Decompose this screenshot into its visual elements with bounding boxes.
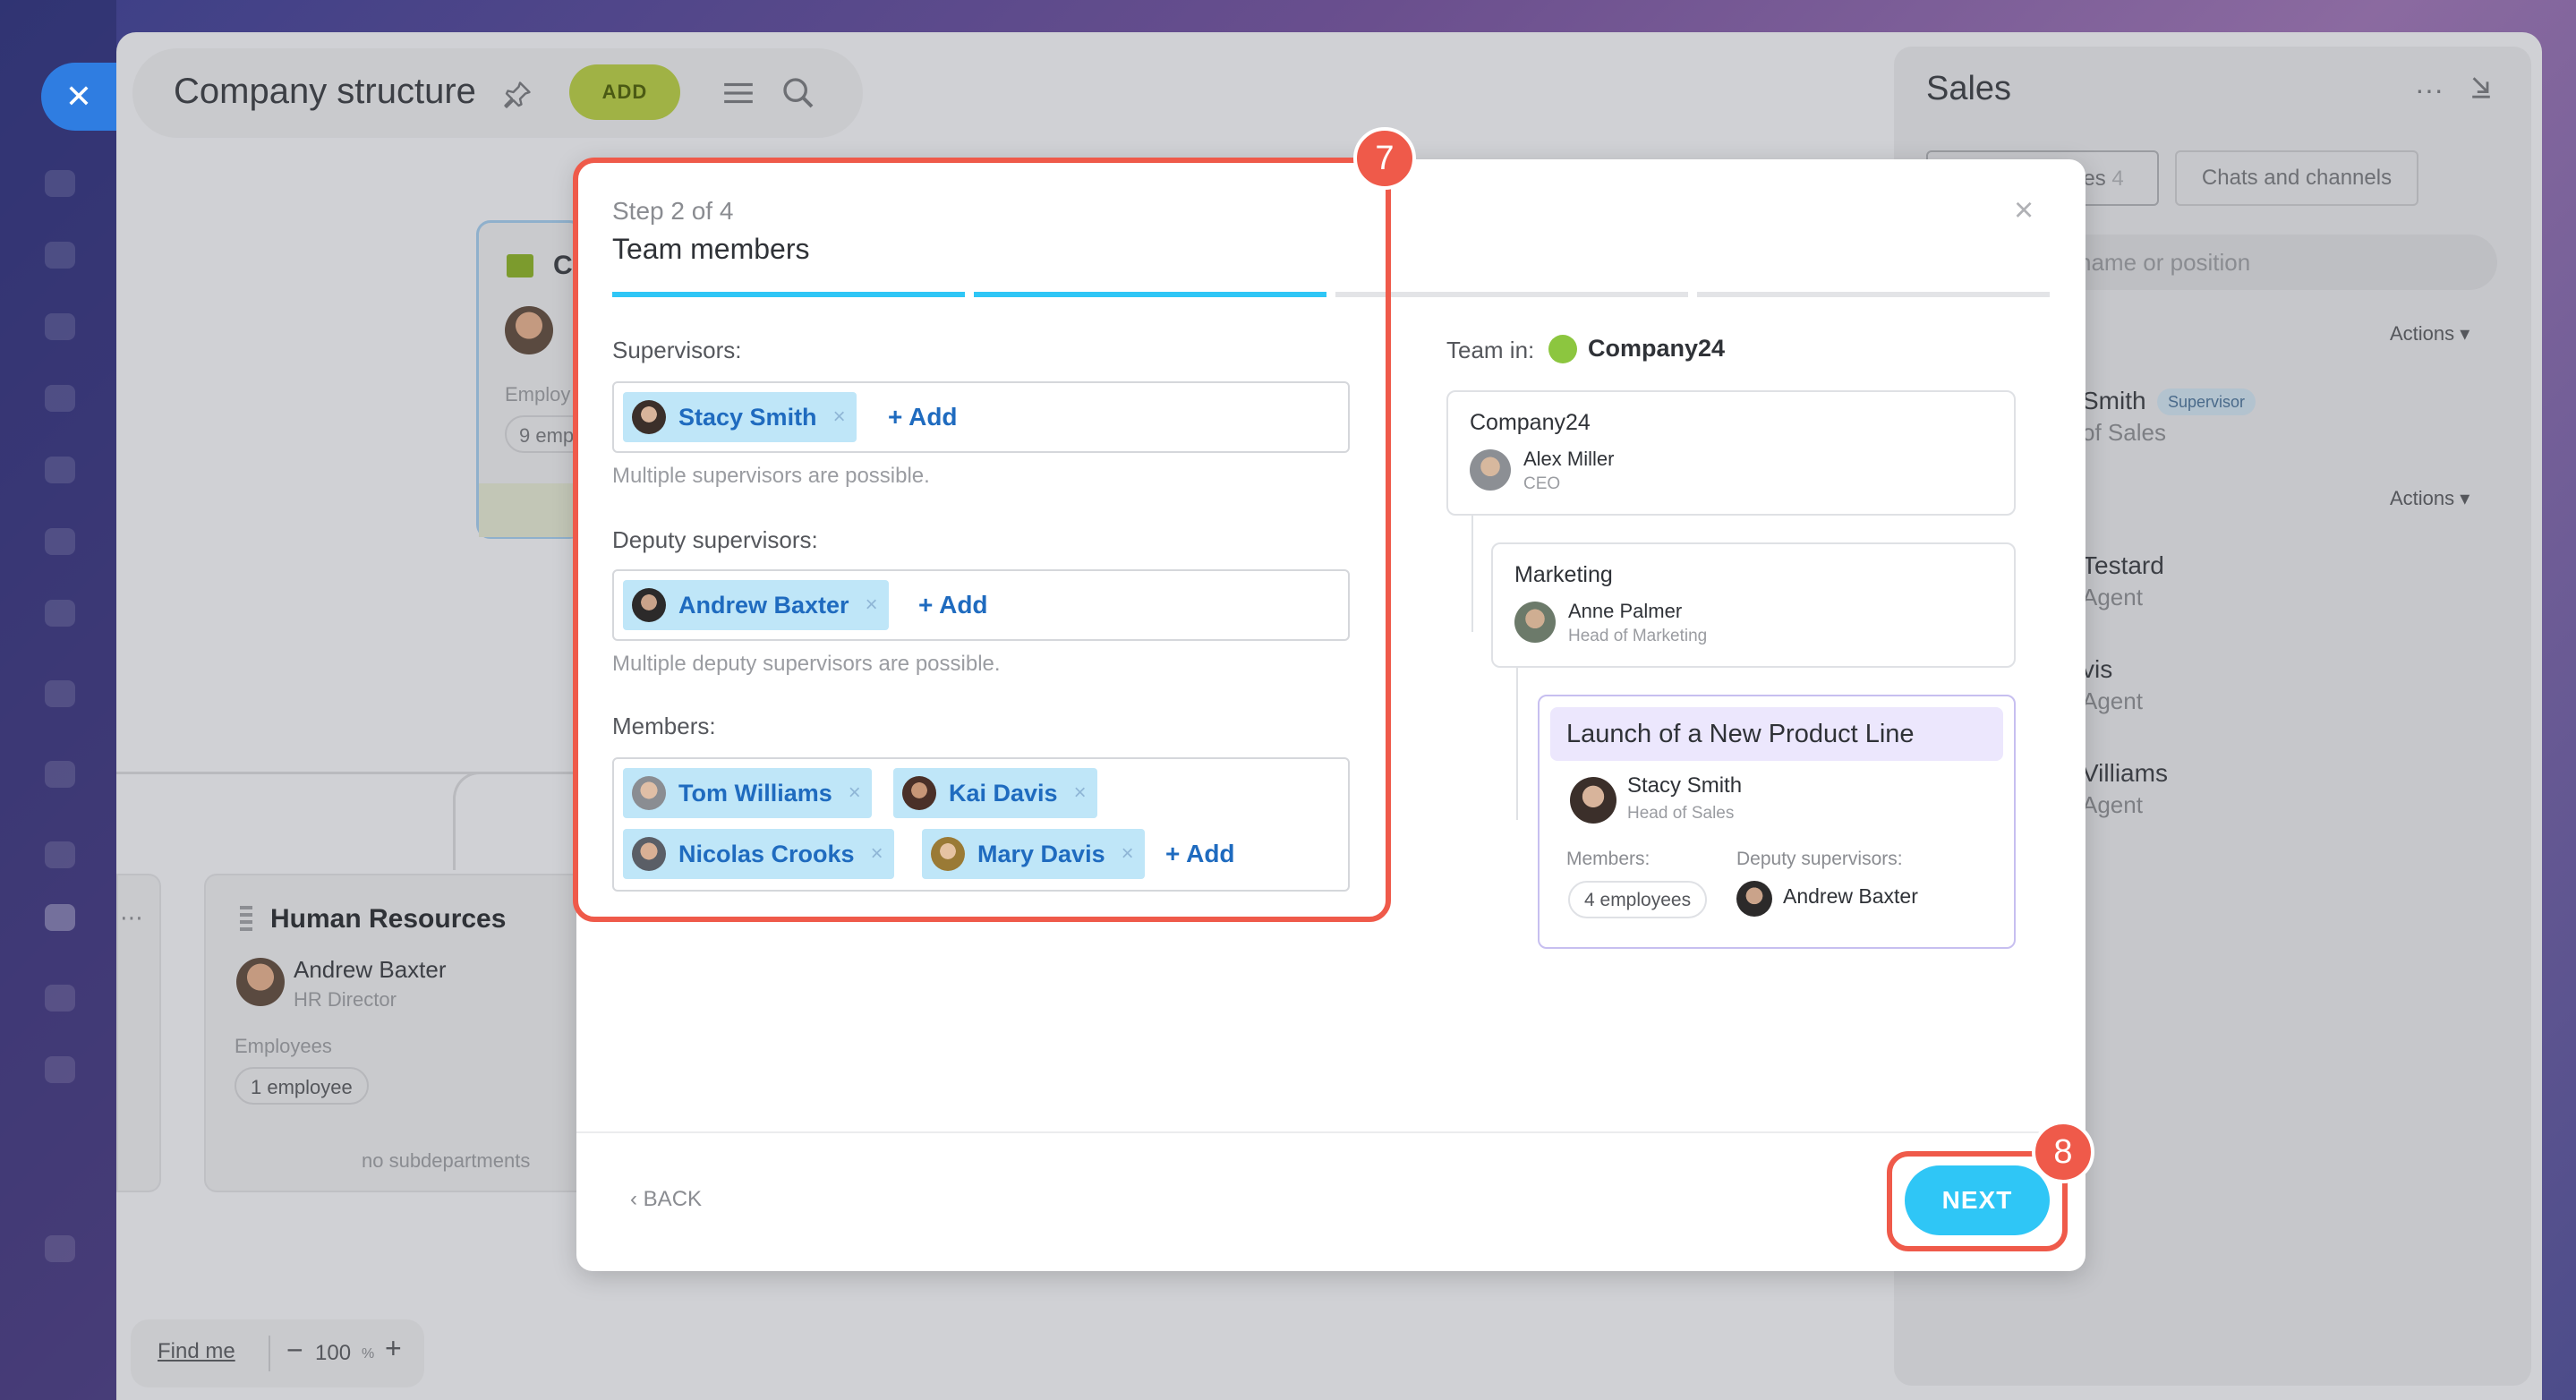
left-rail — [0, 0, 116, 1400]
footer-divider — [576, 1131, 2086, 1133]
menu-icon[interactable] — [721, 79, 755, 107]
no-subdepartments-text: no subdepartments — [362, 1149, 531, 1172]
more-icon[interactable]: ··· — [2415, 73, 2444, 107]
actions-label: Actions — [2390, 322, 2455, 345]
pin-icon[interactable] — [501, 79, 533, 111]
employees-label: Employees — [235, 1035, 332, 1057]
employee-role: Agent — [2082, 584, 2143, 610]
preview-company-role: CEO — [1523, 474, 1561, 493]
preview-new-team-role: Head of Sales — [1627, 804, 1735, 823]
close-icon[interactable]: × — [2014, 192, 2034, 230]
zoom-level: 100 — [315, 1341, 352, 1365]
callout-badge-7: 7 — [1353, 127, 1416, 190]
rail-icon[interactable] — [45, 385, 75, 412]
drag-handle-icon[interactable] — [240, 906, 252, 931]
supervisor-badge: Supervisor — [2157, 388, 2256, 415]
rail-icon[interactable] — [45, 457, 75, 483]
more-icon[interactable]: ⋯ — [120, 904, 143, 932]
preview-members-label: Members: — [1566, 849, 1651, 869]
zoom-out-button[interactable]: − — [286, 1334, 303, 1367]
connector-arc — [453, 772, 587, 870]
collapse-icon[interactable] — [2469, 73, 2494, 100]
tree-connector — [1516, 668, 1518, 820]
department-card-footer — [479, 483, 581, 537]
rail-icon[interactable] — [45, 313, 75, 340]
avatar — [236, 958, 285, 1006]
rail-icon-active[interactable] — [45, 904, 75, 931]
panel-title: Sales — [1926, 70, 2012, 107]
rail-icon[interactable] — [45, 170, 75, 197]
preview-dept-title: Marketing — [1514, 562, 1613, 587]
avatar — [505, 306, 553, 354]
search-icon[interactable] — [780, 75, 816, 111]
building-icon — [507, 254, 533, 277]
callout-badge-8: 8 — [2032, 1121, 2094, 1183]
company-icon — [1548, 335, 1577, 363]
preview-deputy-name: Andrew Baxter — [1783, 884, 1918, 908]
department-title: Human Resources — [270, 904, 507, 934]
close-slider-button[interactable]: ✕ — [41, 63, 116, 131]
rail-icon[interactable] — [45, 528, 75, 555]
rail-icon[interactable] — [45, 761, 75, 788]
page-title: Company structure — [174, 72, 476, 111]
avatar — [1570, 777, 1616, 824]
chevron-left-icon: ‹ — [630, 1187, 637, 1211]
employee-role: Agent — [2082, 687, 2143, 714]
tab-count: 4 — [2111, 166, 2124, 191]
employee-name[interactable]: Villiams — [2082, 759, 2168, 788]
zoom-unit: % — [362, 1346, 375, 1362]
rail-icon[interactable] — [45, 680, 75, 707]
preview-deputy-label: Deputy supervisors: — [1736, 849, 1903, 869]
rail-icon[interactable] — [45, 600, 75, 627]
preview-new-team-title: Launch of a New Product Line — [1550, 707, 2003, 761]
head-role: HR Director — [294, 988, 397, 1011]
preview-company-title: Company24 — [1470, 410, 1591, 435]
tree-connector — [1471, 516, 1473, 632]
employee-name[interactable]: Smith — [2082, 387, 2146, 415]
employee-name[interactable]: vis — [2082, 655, 2112, 684]
head-name: Andrew Baxter — [294, 956, 447, 983]
employee-role: of Sales — [2082, 419, 2166, 446]
next-button[interactable]: NEXT — [1905, 1165, 2050, 1235]
avatar — [1470, 449, 1511, 491]
add-button[interactable]: ADD — [569, 64, 680, 120]
find-me-link[interactable]: Find me — [158, 1339, 235, 1364]
zoom-in-button[interactable]: + — [385, 1332, 402, 1365]
preview-company-head: Alex Miller — [1523, 448, 1615, 470]
tab-chats-and-channels[interactable]: Chats and channels — [2175, 150, 2418, 206]
avatar — [1514, 602, 1556, 643]
rail-icon[interactable] — [45, 985, 75, 1012]
employee-role: Agent — [2082, 791, 2143, 818]
progress-step-4 — [1697, 292, 2050, 297]
rail-icon[interactable] — [45, 1056, 75, 1083]
back-label: BACK — [643, 1187, 703, 1211]
employees-pill[interactable]: 1 employee — [235, 1067, 369, 1105]
actions-label: Actions — [2390, 487, 2455, 509]
close-icon: ✕ — [64, 78, 93, 115]
actions-dropdown[interactable]: Actions ▾ — [2390, 322, 2469, 346]
avatar — [1736, 881, 1772, 917]
actions-dropdown[interactable]: Actions ▾ — [2390, 487, 2469, 510]
rail-icon[interactable] — [45, 841, 75, 868]
team-in-name: Company24 — [1588, 335, 1726, 362]
rail-icon[interactable] — [45, 242, 75, 269]
department-card-title: C — [553, 251, 573, 280]
employee-name[interactable]: Testard — [2082, 551, 2164, 580]
divider — [269, 1336, 270, 1371]
team-in-label: Team in: — [1446, 337, 1535, 363]
callout-highlight-step7 — [573, 158, 1391, 922]
preview-members-pill: 4 employees — [1568, 881, 1708, 918]
preview-new-team-head: Stacy Smith — [1627, 773, 1743, 798]
preview-dept-role: Head of Marketing — [1568, 627, 1708, 645]
back-button[interactable]: ‹ BACK — [630, 1187, 702, 1212]
preview-dept-head: Anne Palmer — [1568, 600, 1683, 622]
rail-icon[interactable] — [45, 1235, 75, 1262]
employees-label: Employ — [505, 383, 571, 405]
